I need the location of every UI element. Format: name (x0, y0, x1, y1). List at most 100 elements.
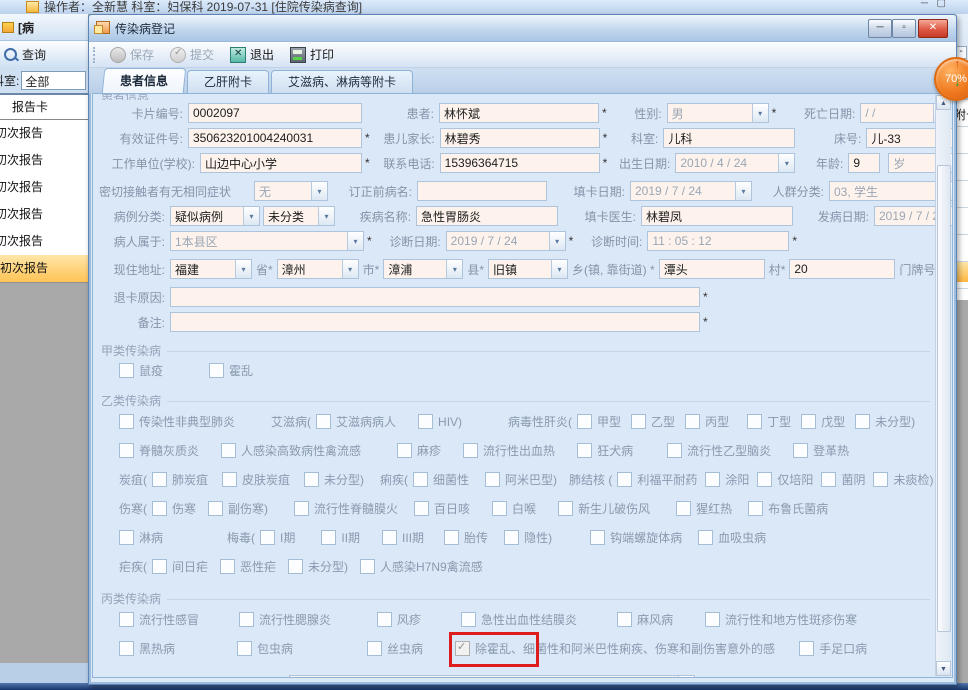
fill-date-select[interactable]: 2019 / 7 / 24 ▾ (630, 181, 752, 201)
fill-doctor-input[interactable]: 林碧凤 (641, 206, 793, 226)
disease-checkbox[interactable]: 百日咳 (414, 500, 470, 517)
exit-button[interactable]: 退出 (224, 44, 280, 65)
disease-checkbox[interactable]: 戊型 (801, 413, 845, 430)
province-select[interactable]: 福建 ▾ (170, 259, 252, 279)
disease-checkbox[interactable]: 流行性腮腺炎 (239, 611, 331, 628)
disease-checkbox[interactable]: 乙型 (631, 413, 675, 430)
disease-checkbox[interactable]: 手足口病 (799, 640, 867, 657)
tab-hepatitis-b-card[interactable]: 乙肝附卡 (187, 70, 270, 93)
disease-checkbox[interactable]: 流行性感冒 (119, 611, 199, 628)
disease-checkbox[interactable]: 皮肤炭疽 (222, 471, 290, 488)
disease-checkbox[interactable]: 肺结核 (利福平耐药 (569, 471, 697, 488)
case-subclass-select[interactable]: 未分类 ▾ (263, 206, 335, 226)
work-unit-input[interactable]: 山边中心小学 (200, 153, 362, 173)
disease-checkbox[interactable]: 胎传 (444, 529, 488, 546)
disease-checkbox[interactable]: 流行性和地方性斑疹伤寒 (705, 611, 857, 628)
print-button[interactable]: 打印 (284, 44, 340, 65)
phone-input[interactable]: 15396364715 (439, 153, 600, 173)
other-diseases-select[interactable]: ▾ (289, 675, 696, 677)
card-no-input[interactable]: 0002097 (188, 103, 362, 123)
disease-checkbox[interactable]: 副伤寒) (208, 500, 268, 517)
disease-checkbox[interactable]: 阿米巴型) (485, 471, 557, 488)
city-select[interactable]: 漳州 ▾ (276, 259, 359, 279)
disease-checkbox[interactable]: 麻疹 (397, 442, 441, 459)
scrollbar-down-arrow-icon[interactable]: ▼ (936, 661, 951, 676)
maximize-button[interactable]: ▫ (892, 19, 916, 38)
disease-checkbox[interactable]: 传染性非典型肺炎 (119, 413, 235, 430)
house-no-input[interactable]: 20 (789, 259, 896, 279)
village-input[interactable]: 潭头 (658, 259, 765, 279)
dept-filter-select[interactable]: 全部 (21, 70, 87, 90)
disease-checkbox[interactable]: 梅毒(I期 (227, 529, 295, 546)
disease-checkbox[interactable]: III期 (382, 529, 424, 546)
town-select[interactable]: 旧镇 ▾ (488, 259, 569, 279)
disease-checkbox[interactable]: II期 (321, 529, 360, 546)
case-class-select[interactable]: 疑似病例 ▾ (170, 206, 260, 226)
tab-aids-gonorrhea-card[interactable]: 艾滋病、淋病等附卡 (271, 70, 414, 93)
disease-checkbox[interactable]: 白喉 (492, 500, 536, 517)
diag-time-input[interactable]: 11 : 05 : 12 (647, 231, 790, 251)
id-no-input[interactable]: 350623201004240031 (188, 128, 362, 148)
dialog-title-bar[interactable]: 传染病登记 ─ ▫ ✕ (89, 15, 956, 42)
county-select[interactable]: 漳浦 ▾ (383, 259, 464, 279)
guardian-input[interactable]: 林碧秀 (439, 128, 600, 148)
contact-symptom-select[interactable]: 无 ▾ (254, 181, 328, 201)
disease-checkbox[interactable]: 布鲁氏菌病 (748, 500, 828, 517)
disease-checkbox[interactable]: 包虫病 (237, 640, 293, 657)
disease-checkbox[interactable]: 丝虫病 (367, 640, 423, 657)
disease-checkbox[interactable]: 涂阳 (705, 471, 749, 488)
patient-input[interactable]: 林怀斌 (439, 103, 599, 123)
disease-checkbox[interactable]: 黑热病 (119, 640, 175, 657)
disease-checkbox[interactable]: 仅培阳 (757, 471, 813, 488)
nav-down-arrow-icon[interactable]: ↓ (954, 74, 961, 89)
age-input[interactable]: 9 (848, 153, 881, 173)
query-button[interactable]: 查询 (0, 40, 88, 67)
disease-checkbox[interactable]: 狂犬病 (577, 442, 633, 459)
disease-checkbox[interactable]: 麻风病 (617, 611, 673, 628)
app-maximize-button[interactable]: ▢ (937, 0, 946, 9)
disease-name-input[interactable]: 急性胃肠炎 (416, 206, 558, 226)
disease-checkbox[interactable]: 丁型 (747, 413, 791, 430)
submit-button[interactable]: 提交 (164, 44, 220, 65)
disease-checkbox[interactable]: 隐性) (504, 529, 552, 546)
disease-checkbox[interactable]: 疟疾(间日疟 (119, 558, 208, 575)
disease-checkbox[interactable]: HIV) (418, 414, 462, 429)
minimize-button[interactable]: ─ (868, 19, 892, 38)
disease-checkbox[interactable]: 未分型) (304, 471, 364, 488)
disease-checkbox[interactable]: 新生儿破伤风 (558, 500, 650, 517)
disease-checkbox[interactable]: 痢疾(细菌性 (380, 471, 469, 488)
disease-checkbox[interactable]: 霍乱 (209, 362, 253, 379)
pre-correction-input[interactable] (417, 181, 547, 201)
disease-checkbox[interactable]: 未痰检) (873, 471, 933, 488)
disease-checkbox[interactable]: 登革热 (793, 442, 849, 459)
disease-checkbox[interactable]: 钩端螺旋体病 (590, 529, 682, 546)
disease-checkbox[interactable]: 人感染H7N9禽流感 (360, 558, 483, 575)
disease-checkbox[interactable]: 艾滋病(艾滋病病人 (271, 413, 396, 430)
scrollbar-thumb[interactable] (937, 165, 951, 632)
disease-checkbox[interactable]: 病毒性肝炎(甲型 (508, 413, 621, 430)
birth-date-select[interactable]: 2010 / 4 / 24 ▾ (675, 153, 796, 173)
disease-checkbox[interactable]: 流行性出血热 (463, 442, 555, 459)
disease-checkbox[interactable]: 风疹 (377, 611, 421, 628)
app-minimize-button[interactable]: ─ (921, 0, 928, 9)
disease-checkbox[interactable]: 丙型 (685, 413, 729, 430)
nav-up-arrow-icon[interactable]: ↑ (954, 56, 961, 71)
disease-checkbox[interactable]: 恶性疟 (220, 558, 276, 575)
gender-select[interactable]: 男 ▾ (666, 103, 769, 123)
report-list-item[interactable]: 初次报告 (0, 174, 88, 201)
disease-checkbox[interactable]: 脊髓灰质炎 (119, 442, 199, 459)
disease-checkbox[interactable]: 流行性脊髓膜火 (294, 500, 398, 517)
disease-checkbox[interactable]: 未分型) (288, 558, 348, 575)
close-button[interactable]: ✕ (918, 19, 948, 38)
remark-input[interactable] (170, 312, 700, 332)
dept-input[interactable]: 儿科 (663, 128, 796, 148)
report-list-item[interactable]: 初次报告 (0, 228, 88, 255)
disease-checkbox[interactable]: 鼠疫 (119, 362, 163, 379)
refund-reason-input[interactable] (170, 287, 700, 307)
disease-checkbox[interactable]: 猩红热 (676, 500, 732, 517)
disease-checkbox[interactable]: 炭疽(肺炭疽 (119, 471, 208, 488)
report-list-item[interactable]: 初次报告 (0, 255, 88, 282)
vertical-scrollbar[interactable]: ▲ ▼ (935, 95, 951, 676)
tab-patient-info[interactable]: 患者信息 (101, 68, 187, 93)
disease-checkbox[interactable]: 伤寒(伤寒 (119, 500, 196, 517)
